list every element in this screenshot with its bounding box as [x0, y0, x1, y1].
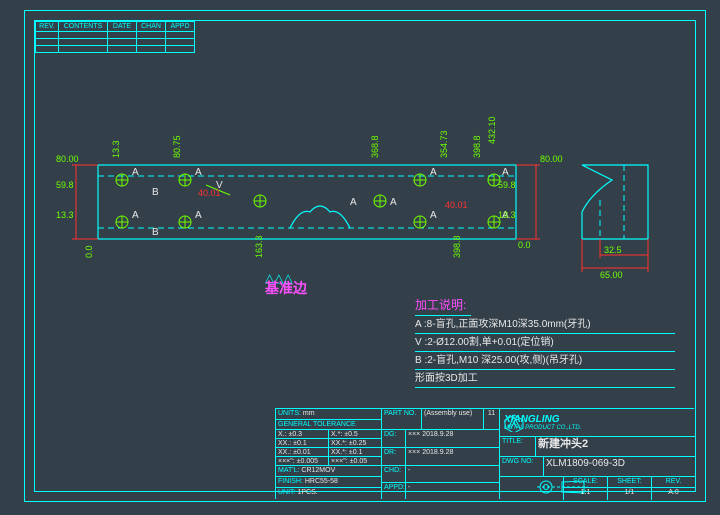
note-line-b: B :2-盲孔,M10 深25.00(攻,侧)(吊牙孔): [415, 352, 675, 370]
dim-59-8-tl: 59.8: [56, 180, 74, 190]
dim: 398.8: [452, 235, 462, 258]
tag-a: A: [430, 167, 437, 178]
dim: 13.3: [498, 210, 516, 220]
rev-col-appd: APPD: [166, 22, 195, 32]
datum-marker: △△△ 基准边: [265, 273, 307, 294]
notes-title: 加工说明:: [415, 298, 471, 316]
dim-side-32-5: 32.5: [604, 245, 622, 255]
dim-40-01-r: 40.01: [445, 200, 468, 210]
dim: 432.10: [487, 116, 497, 144]
dim-13-3-bl: 13.3: [56, 210, 74, 220]
dim: 80.75: [172, 135, 182, 158]
dim: 0.0: [518, 240, 531, 250]
rev-col-rev: REV.: [36, 22, 59, 32]
dim-side-65: 65.00: [600, 270, 623, 280]
main-view: A A B B A A V A A A A A A 80.00 59.8 13.…: [0, 40, 720, 340]
tag-a: A: [430, 210, 437, 221]
dim-80-right: 80.00: [540, 154, 563, 164]
tag-b: B: [152, 187, 159, 198]
note-line-v: V :2-Ø12.00割,单+0.01(定位销): [415, 334, 675, 352]
datum-label: 基准边: [265, 280, 307, 296]
tag-a: A: [502, 167, 509, 178]
dim-0-0-a: 0.0: [84, 245, 94, 258]
dim: 354.73: [439, 130, 449, 158]
dim: 398.8: [472, 135, 482, 158]
dim-40-01-l: 40.01: [198, 188, 221, 198]
note-line-a: A :8-盲孔,正面攻深M10深35.0mm(牙孔): [415, 316, 675, 334]
rev-col-contents: CONTENTS: [59, 22, 108, 32]
dim: 59.8: [498, 180, 516, 190]
dim: 368.8: [370, 135, 380, 158]
note-line-f: 形面按3D加工: [415, 370, 675, 388]
tag-a: A: [350, 197, 357, 208]
dim-80-left: 80.00: [56, 154, 79, 164]
tag-b: B: [152, 227, 159, 238]
tag-a: A: [390, 197, 397, 208]
title-block: UNITS: mm GENERAL TOLERANCE X.: ±0.3 X.*…: [275, 408, 694, 499]
dim: 13.3: [111, 140, 121, 158]
tag-a: A: [132, 210, 139, 221]
rev-col-date: DATE: [108, 22, 137, 32]
logo-icon: [504, 414, 524, 432]
machining-notes: 加工说明: A :8-盲孔,正面攻深M10深35.0mm(牙孔) V :2-Ø1…: [415, 298, 675, 388]
rev-col-chan: CHAN: [137, 22, 166, 32]
tag-a: A: [132, 167, 139, 178]
tag-a: A: [195, 167, 202, 178]
dim: 163.3: [254, 235, 264, 258]
tag-a: A: [195, 210, 202, 221]
